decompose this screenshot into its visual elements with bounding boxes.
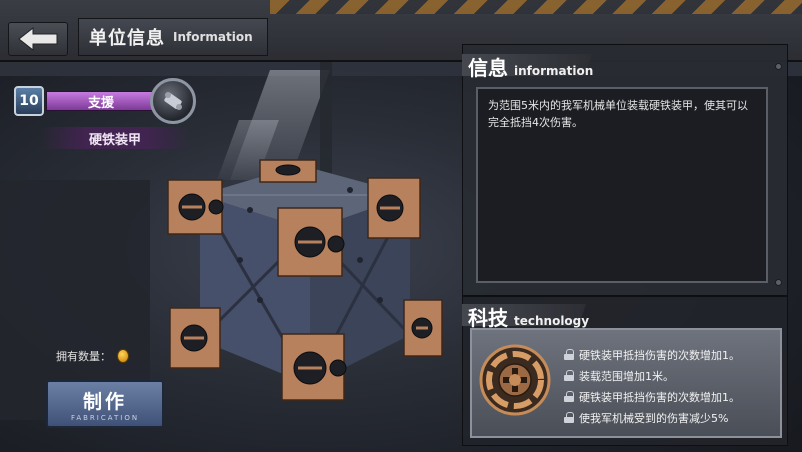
tech-item: 使我军机械受到的伤害减少5% [564, 407, 774, 428]
tech-item-text: 使我军机械受到的伤害减少5% [579, 411, 729, 425]
hazard-stripe [270, 0, 802, 14]
fabricate-label: 制作 [82, 390, 127, 413]
info-title: 信息 [468, 56, 508, 80]
game-screen: 单位信息 Information 10 支援 硬铁装甲 拥有数量： 制作 FAB… [0, 0, 802, 452]
info-title-en: information [514, 64, 594, 78]
page-title: 单位信息 [89, 28, 165, 49]
lock-icon [564, 412, 574, 423]
info-header: 信息 information [468, 52, 593, 81]
tech-item: 硬铁装甲抵挡伤害的次数增加1。 [564, 386, 774, 407]
tech-header: 科技 technology [468, 302, 589, 331]
armor-cube-icon [150, 150, 460, 410]
support-drone-icon [150, 78, 196, 124]
lock-icon [564, 370, 574, 381]
unit-name: 硬铁装甲 [40, 127, 190, 149]
page-title-en: Information [173, 30, 253, 44]
gear-tech-icon[interactable] [478, 338, 552, 422]
tech-item-text: 装载范围增加1米。 [579, 369, 674, 383]
lock-icon [564, 391, 574, 402]
tech-list: 硬铁装甲抵挡伤害的次数增加1。 装载范围增加1米。 硬铁装甲抵挡伤害的次数增加1… [564, 344, 774, 428]
lock-icon [564, 349, 574, 360]
unit-type-label: 支援 [46, 91, 156, 111]
tech-title-en: technology [514, 314, 590, 328]
level-badge: 10 [14, 86, 44, 116]
owned-label: 拥有数量： [56, 350, 111, 363]
back-arrow-icon [17, 27, 59, 51]
fabricate-label-en: FABRICATION [70, 413, 140, 422]
tech-item: 装载范围增加1米。 [564, 365, 774, 386]
coin-icon [117, 349, 129, 363]
tech-title: 科技 [468, 306, 508, 330]
tech-item: 硬铁装甲抵挡伤害的次数增加1。 [564, 344, 774, 365]
fabricate-button[interactable]: 制作 FABRICATION [46, 380, 164, 428]
back-button[interactable] [8, 22, 68, 56]
info-description: 为范围5米内的我军机械单位装载硬铁装甲，使其可以完全抵挡4次伤害。 [476, 87, 768, 283]
owned-count: 拥有数量： [56, 346, 146, 366]
tech-item-text: 硬铁装甲抵挡伤害的次数增加1。 [579, 348, 740, 362]
title-plate: 单位信息 Information [78, 18, 268, 56]
tech-item-text: 硬铁装甲抵挡伤害的次数增加1。 [579, 390, 740, 404]
